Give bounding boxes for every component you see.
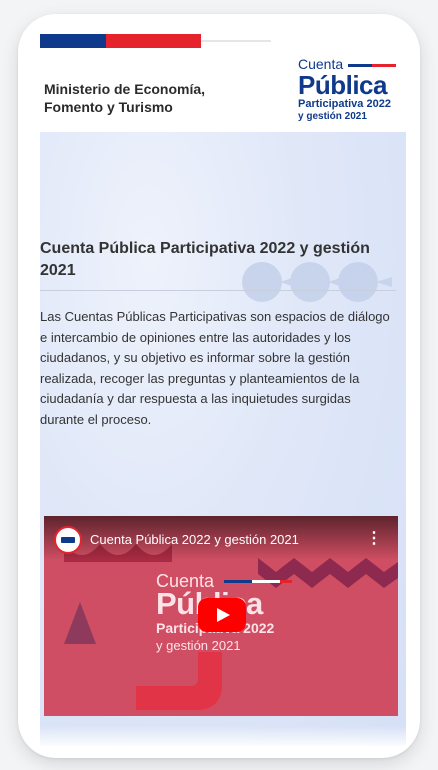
logo-top-row: Cuenta — [298, 56, 406, 72]
more-vert-icon[interactable]: ⋮ — [364, 528, 384, 550]
flag-blue-segment — [40, 34, 106, 48]
flag-line — [201, 40, 271, 42]
ministry-name[interactable]: Ministerio de Economía, Fomento y Turism… — [44, 80, 234, 116]
youtube-play-icon[interactable] — [198, 598, 246, 632]
flag-bar — [40, 34, 201, 48]
logo-stripe — [348, 64, 396, 67]
video-title[interactable]: Cuenta Pública 2022 y gestión 2021 — [90, 532, 299, 548]
screen: Ministerio de Economía, Fomento y Turism… — [40, 34, 406, 746]
channel-avatar[interactable] — [54, 526, 82, 554]
logo-publica: Pública — [298, 70, 387, 100]
thumb-gestion: y gestión 2021 — [156, 638, 241, 653]
logo-participativa: Participativa 2022 — [298, 98, 391, 110]
decorative-leaves — [242, 262, 392, 302]
main-content: Cuenta Pública Participativa 2022 y gest… — [40, 132, 406, 746]
logo-gestion: y gestión 2021 — [298, 111, 367, 122]
logo-cuenta: Cuenta — [298, 56, 344, 72]
cuenta-publica-logo[interactable]: Cuenta Pública Participativa 2022 y gest… — [298, 56, 406, 128]
youtube-embed[interactable]: Cuenta Pública Participativa 2022 y gest… — [44, 516, 398, 716]
flag-red-segment — [106, 34, 201, 48]
phone-frame: Ministerio de Economía, Fomento y Turism… — [18, 14, 420, 758]
site-header: Ministerio de Economía, Fomento y Turism… — [40, 34, 406, 132]
title-divider — [40, 290, 396, 291]
intro-paragraph: Las Cuentas Públicas Participativas son … — [40, 309, 390, 427]
